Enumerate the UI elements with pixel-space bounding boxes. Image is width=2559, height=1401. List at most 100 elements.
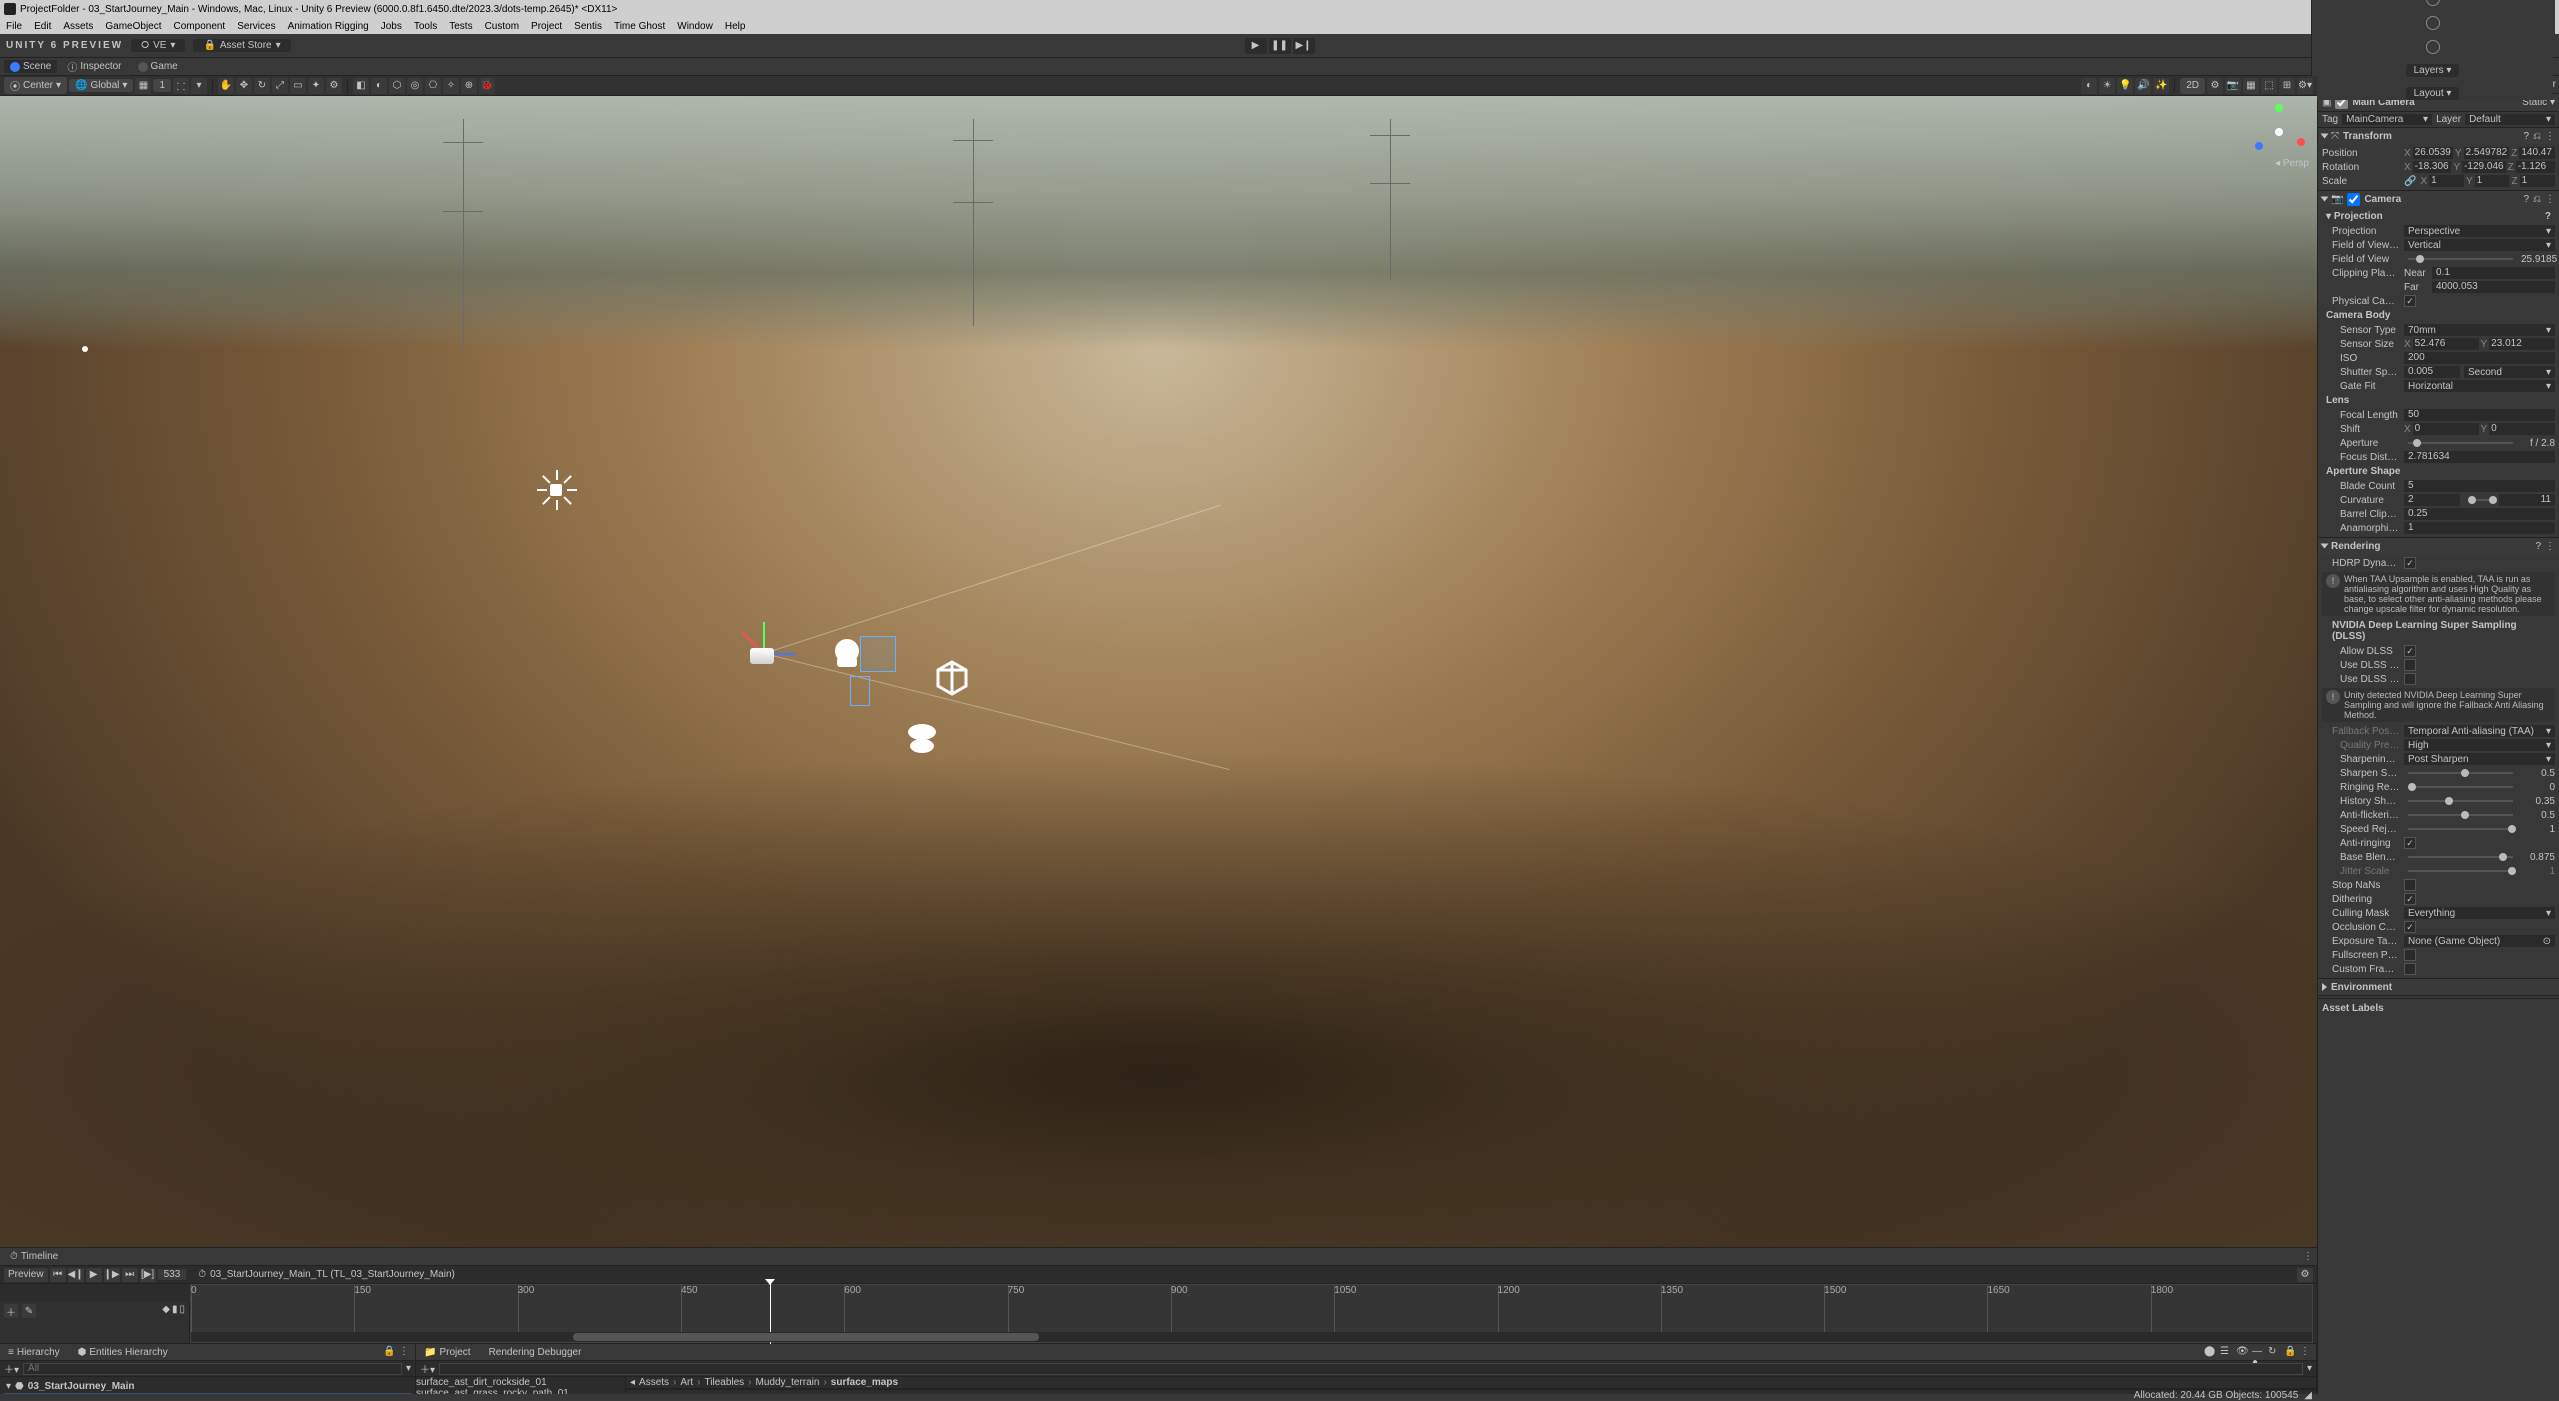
asset-store-button[interactable]: 🔒Asset Store▾ xyxy=(193,39,290,52)
eye-icon[interactable]: 👁 xyxy=(2236,1346,2248,1358)
camera-help-icon[interactable]: ? xyxy=(2523,194,2529,205)
baseblend-slider[interactable] xyxy=(2408,856,2513,858)
menu-tools[interactable]: Tools xyxy=(414,21,437,32)
near-clip-field[interactable]: 0.1 xyxy=(2432,267,2555,279)
tab-scene[interactable]: Scene xyxy=(4,60,57,73)
dlss-custom-attr-toggle[interactable] xyxy=(2404,673,2416,685)
menu-custom[interactable]: Custom xyxy=(485,21,519,32)
overlayA-icon[interactable]: ▦ xyxy=(2243,78,2259,94)
create-icon[interactable]: ＋▾ xyxy=(4,1361,19,1376)
pos-z-field[interactable]: 140.47 xyxy=(2519,147,2555,159)
asset-labels-header[interactable]: Asset Labels xyxy=(2318,1001,2559,1016)
rot-z-field[interactable]: -1.126 xyxy=(2516,161,2555,173)
vcs-dropdown[interactable]: ⭘VE▾ xyxy=(131,39,185,52)
tab-entities-hierarchy[interactable]: ⬢ Entities Hierarchy xyxy=(74,1346,172,1359)
create-asset-icon[interactable]: ＋▾ xyxy=(420,1361,435,1376)
filter-icon[interactable]: ☰ xyxy=(2220,1346,2232,1358)
proj-opts-icon[interactable]: ⋮ xyxy=(2300,1346,2312,1358)
pos-y-field[interactable]: 2.549782 xyxy=(2464,147,2510,159)
curvature-slider[interactable] xyxy=(2468,499,2491,501)
hierarchy-search-input[interactable] xyxy=(23,1363,402,1375)
menu-sentis[interactable]: Sentis xyxy=(574,21,602,32)
marker-icon-a[interactable]: ◆ xyxy=(162,1304,170,1318)
transform-tool-icon[interactable]: ✦ xyxy=(308,78,324,94)
camera-enabled-checkbox[interactable] xyxy=(2347,193,2360,206)
2d-toggle[interactable]: 2D xyxy=(2180,78,2205,94)
menu-timeghost[interactable]: Time Ghost xyxy=(614,21,665,32)
scale-tool-icon[interactable]: ⤢ xyxy=(272,78,288,94)
shift-y-field[interactable]: 0 xyxy=(2489,423,2555,435)
fx-toggle-icon[interactable]: ✨ xyxy=(2153,78,2169,94)
focal-field[interactable]: 50 xyxy=(2404,409,2555,421)
sharpening-mode-dropdown[interactable]: Post Sharpen▾ xyxy=(2404,753,2555,765)
history-sharpen-slider[interactable] xyxy=(2408,800,2513,802)
layout-dropdown[interactable]: Layout ▾ xyxy=(2406,87,2460,100)
toolE-icon[interactable]: ⎔ xyxy=(425,78,441,94)
pos-x-field[interactable]: 26.0539 xyxy=(2413,147,2453,159)
curv-hi-field[interactable]: 11 xyxy=(2499,494,2555,506)
orientation-gizmo[interactable] xyxy=(2249,102,2309,162)
refresh-icon[interactable]: ↻ xyxy=(2268,1346,2280,1358)
menu-help[interactable]: Help xyxy=(725,21,746,32)
constrain-scale-icon[interactable]: 🔗 xyxy=(2404,176,2416,187)
rendering-menu-icon[interactable]: ⋮ xyxy=(2545,541,2555,552)
snap-toggle-icon[interactable]: ⸬ xyxy=(173,78,189,94)
handle-space-dropdown[interactable]: 🌐 Global ▾ xyxy=(69,79,133,92)
fov-slider[interactable] xyxy=(2408,258,2513,260)
timeline-prev-frame[interactable]: ◀❙ xyxy=(68,1268,84,1282)
menu-tests[interactable]: Tests xyxy=(449,21,472,32)
physical-camera-toggle[interactable] xyxy=(2404,295,2416,307)
grid-size-input[interactable]: 1 xyxy=(153,79,171,92)
project-search-input[interactable] xyxy=(439,1363,2303,1375)
menu-file[interactable]: File xyxy=(6,21,22,32)
timeline-goto-end[interactable]: ⏭ xyxy=(122,1268,138,1282)
toolA-icon[interactable]: ◧ xyxy=(353,78,369,94)
gizmo-toggle-icon[interactable]: ⚙ xyxy=(2207,78,2223,94)
tab-inspector[interactable]: ⓘInspector xyxy=(61,58,127,75)
tab-timeline[interactable]: ⏱ Timeline xyxy=(4,1250,64,1263)
overlayC-icon[interactable]: ⊞ xyxy=(2279,78,2295,94)
stop-nans-toggle[interactable] xyxy=(2404,879,2416,891)
drawmode-icon[interactable]: ◐ xyxy=(2081,78,2097,94)
timeline-asset-name[interactable]: ⏱ 03_StartJourney_Main_TL (TL_03_StartJo… xyxy=(198,1269,455,1280)
sensor-y-field[interactable]: 23.012 xyxy=(2489,338,2555,350)
shutter-field[interactable]: 0.005 xyxy=(2404,366,2460,378)
camera-preset-icon[interactable]: ⎌ xyxy=(2533,194,2541,205)
directional-light-gizmo[interactable] xyxy=(540,474,572,506)
timeline-opts-icon[interactable]: ⋮ xyxy=(2303,1251,2313,1262)
toolB-icon[interactable]: ◐ xyxy=(371,78,387,94)
section-help-icon[interactable]: ? xyxy=(2545,211,2551,222)
rect-tool-icon[interactable]: ▭ xyxy=(290,78,306,94)
curv-lo-field[interactable]: 2 xyxy=(2404,494,2460,506)
project-folder-column[interactable]: surface_ast_dirt_rockside_01 surface_ast… xyxy=(416,1377,626,1394)
hierarchy-opts-icon[interactable]: ⋮ xyxy=(399,1346,411,1358)
layer-dropdown[interactable]: Default▾ xyxy=(2465,114,2555,125)
timeline-ruler[interactable]: 0 150 300 450 600 750 900 1050 1200 1350… xyxy=(190,1284,2313,1343)
scene-viewport[interactable]: ◂ Persp xyxy=(0,96,2317,1247)
rot-y-field[interactable]: -129.046 xyxy=(2462,161,2505,173)
timeline-scrollbar[interactable] xyxy=(191,1332,2312,1342)
volume-gizmo-b[interactable] xyxy=(900,716,944,760)
custom-tool-icon[interactable]: ⚙ xyxy=(326,78,342,94)
timeline-settings-icon[interactable]: ⚙ xyxy=(2297,1268,2313,1282)
scale-z-field[interactable]: 1 xyxy=(2520,175,2555,187)
tab-rendering-debugger[interactable]: Rendering Debugger xyxy=(485,1346,586,1359)
footer-grip-icon[interactable]: ◢ xyxy=(2304,1390,2312,1401)
fov-axis-dropdown[interactable]: Vertical▾ xyxy=(2404,239,2555,251)
fullscreen-passthrough-toggle[interactable] xyxy=(2404,949,2416,961)
projection-section[interactable]: ▾ Projection? xyxy=(2322,209,2555,224)
toolF-icon[interactable]: ✧ xyxy=(443,78,459,94)
lighting-toggle-icon[interactable]: 💡 xyxy=(2117,78,2133,94)
menu-assets[interactable]: Assets xyxy=(63,21,93,32)
camera-menu-icon[interactable]: ⋮ xyxy=(2545,194,2555,205)
environment-header[interactable]: Environment xyxy=(2318,979,2559,995)
preset-icon[interactable]: ⎌ xyxy=(2533,131,2541,142)
overlayD-icon[interactable]: ⚙▾ xyxy=(2297,78,2313,94)
track-edit-icon[interactable]: ✎ xyxy=(22,1304,36,1318)
reflection-probe-gizmo-a[interactable] xyxy=(860,636,896,672)
menu-gameobject[interactable]: GameObject xyxy=(105,21,161,32)
menu-window[interactable]: Window xyxy=(677,21,713,32)
layers-dropdown[interactable]: Layers ▾ xyxy=(2406,64,2460,77)
increment-snap-icon[interactable]: ▾ xyxy=(191,78,207,94)
fov-field[interactable]: 25.9185 xyxy=(2521,254,2555,265)
